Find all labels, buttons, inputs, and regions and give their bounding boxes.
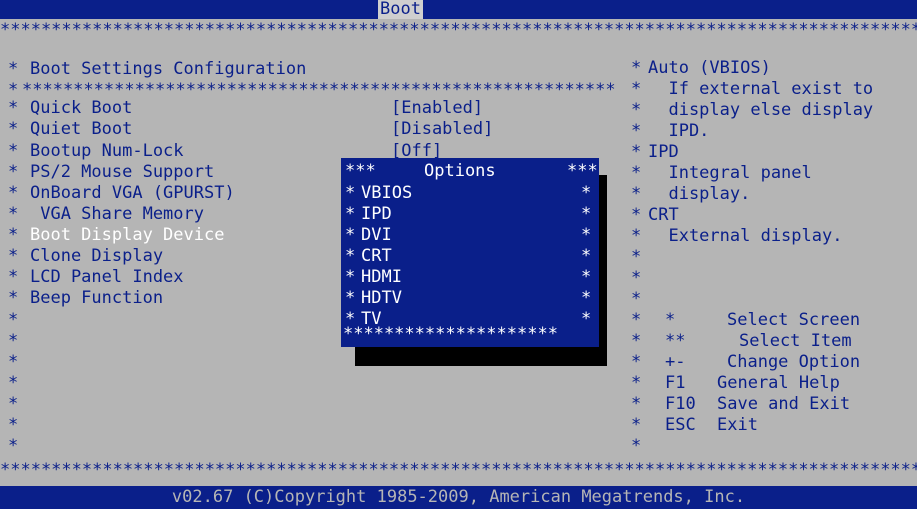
item-onboard-vga[interactable]: OnBoard VGA (GPURST) bbox=[30, 183, 235, 204]
help-line: IPD. bbox=[648, 121, 710, 141]
popup-option-hdtv[interactable]: HDTV bbox=[361, 288, 402, 309]
help-line: IPD bbox=[648, 142, 679, 162]
help-line: External display. bbox=[648, 226, 843, 246]
value-quiet-boot[interactable]: [Disabled] bbox=[391, 119, 493, 140]
popup-option-ipd[interactable]: IPD bbox=[361, 204, 392, 225]
left-star: * bbox=[8, 225, 19, 245]
popup-star-right: * bbox=[581, 288, 592, 308]
value-quick-boot[interactable]: [Enabled] bbox=[391, 98, 483, 119]
key-f1: F1 bbox=[665, 373, 686, 393]
key-change-option-desc: Change Option bbox=[727, 352, 861, 372]
right-star: * bbox=[631, 205, 642, 225]
key-select-item: ** bbox=[665, 331, 686, 351]
left-star: * bbox=[8, 373, 19, 393]
right-star: * bbox=[631, 394, 642, 414]
right-star: * bbox=[631, 268, 642, 288]
right-star: * bbox=[631, 226, 642, 246]
key-select-item-desc: Select Item bbox=[739, 331, 852, 351]
right-star: * bbox=[631, 373, 642, 393]
popup-star-right: * bbox=[581, 267, 592, 287]
right-star: * bbox=[631, 331, 642, 351]
item-quiet-boot[interactable]: Quiet Boot bbox=[30, 119, 132, 140]
help-line: display. bbox=[648, 184, 751, 204]
left-star: * bbox=[8, 119, 19, 139]
item-boot-display-device[interactable]: Boot Display Device bbox=[30, 225, 224, 246]
item-clone-display[interactable]: Clone Display bbox=[30, 246, 163, 267]
right-star: * bbox=[631, 352, 642, 372]
right-star: * bbox=[631, 121, 642, 141]
key-esc-desc: Exit bbox=[717, 415, 758, 435]
top-border: ****************************************… bbox=[0, 20, 917, 40]
left-star: * bbox=[8, 267, 19, 287]
left-star: * bbox=[8, 436, 19, 456]
item-quick-boot[interactable]: Quick Boot bbox=[30, 98, 132, 119]
right-star: * bbox=[631, 289, 642, 309]
popup-option-vbios[interactable]: VBIOS bbox=[361, 183, 412, 204]
popup-star-left: * bbox=[345, 267, 356, 287]
right-star: * bbox=[631, 142, 642, 162]
right-star: * bbox=[631, 58, 642, 78]
item-vga-share-memory[interactable]: VGA Share Memory bbox=[30, 204, 204, 225]
left-star: * bbox=[8, 288, 19, 308]
right-star: * bbox=[631, 184, 642, 204]
help-line: If external exist to bbox=[648, 79, 874, 99]
section-title: Boot Settings Configuration bbox=[30, 59, 307, 79]
left-star: * bbox=[8, 162, 19, 182]
popup-star-right: * bbox=[581, 246, 592, 266]
tab-boot[interactable]: Boot bbox=[378, 0, 423, 19]
left-star: * bbox=[8, 204, 19, 224]
item-beep-function[interactable]: Beep Function bbox=[30, 288, 163, 309]
right-star: * bbox=[631, 79, 642, 99]
right-star: * bbox=[631, 436, 642, 456]
key-f10-desc: Save and Exit bbox=[717, 394, 851, 414]
popup-star-left: * bbox=[345, 225, 356, 245]
options-popup[interactable]: *** Options *** * VBIOS * * IPD * * DVI * * CRT * * H… bbox=[341, 158, 599, 347]
popup-option-dvi[interactable]: DVI bbox=[361, 225, 392, 246]
right-star: * bbox=[631, 310, 642, 330]
help-line: display else display bbox=[648, 100, 874, 120]
help-line: Auto (VBIOS) bbox=[648, 58, 771, 78]
left-star: * bbox=[8, 246, 19, 266]
popup-star-right: * bbox=[581, 204, 592, 224]
popup-star-left: * bbox=[345, 246, 356, 266]
item-lcd-panel-index[interactable]: LCD Panel Index bbox=[30, 267, 184, 288]
key-f10: F10 bbox=[665, 394, 696, 414]
popup-option-hdmi[interactable]: HDMI bbox=[361, 267, 402, 288]
popup-star-left: * bbox=[345, 288, 356, 308]
popup-title-stars-right: *** bbox=[567, 161, 598, 181]
left-star: * bbox=[8, 415, 19, 435]
left-star: * bbox=[8, 352, 19, 372]
popup-bottom-border: ********************* bbox=[343, 324, 558, 344]
left-star: * bbox=[8, 98, 19, 118]
popup-star-left: * bbox=[345, 204, 356, 224]
left-star: * bbox=[8, 183, 19, 203]
bottom-border: ****************************************… bbox=[0, 460, 917, 480]
key-f1-desc: General Help bbox=[717, 373, 840, 393]
footer-copyright: v02.67 (C)Copyright 1985-2009, American … bbox=[0, 486, 917, 509]
left-star: * bbox=[8, 59, 19, 79]
key-select-screen-desc: Select Screen bbox=[727, 310, 861, 330]
key-select-screen: * bbox=[665, 310, 676, 330]
right-star: * bbox=[631, 247, 642, 267]
left-star: * bbox=[8, 141, 19, 161]
popup-option-crt[interactable]: CRT bbox=[361, 246, 392, 267]
popup-star-left: * bbox=[345, 183, 356, 203]
popup-star-right: * bbox=[581, 183, 592, 203]
help-line: CRT bbox=[648, 205, 679, 225]
right-star: * bbox=[631, 415, 642, 435]
key-change-option: +- bbox=[665, 352, 686, 372]
item-ps2-mouse[interactable]: PS/2 Mouse Support bbox=[30, 162, 214, 183]
right-star: * bbox=[631, 100, 642, 120]
key-esc: ESC bbox=[665, 415, 696, 435]
left-star: * bbox=[8, 394, 19, 414]
item-bootup-numlock[interactable]: Bootup Num-Lock bbox=[30, 141, 184, 162]
left-star: * bbox=[8, 331, 19, 351]
top-menu-bar bbox=[0, 0, 917, 19]
left-star: * bbox=[8, 310, 19, 330]
popup-star-right: * bbox=[581, 225, 592, 245]
